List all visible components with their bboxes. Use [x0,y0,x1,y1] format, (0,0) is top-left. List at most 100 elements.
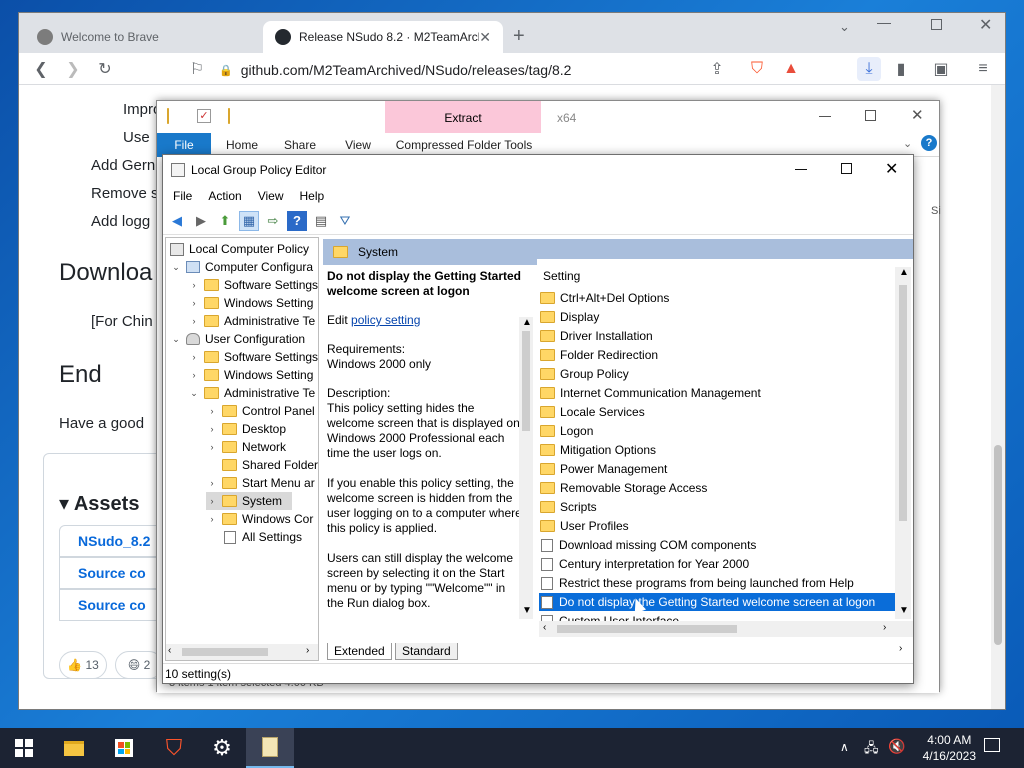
volume-muted-icon[interactable]: 🔇 [888,738,905,755]
maximize-icon[interactable] [865,110,876,121]
scroll-up-icon[interactable]: ▲ [899,267,909,278]
scroll-down-icon[interactable]: ▼ [899,605,909,616]
list-item-folder[interactable]: Display [539,308,895,326]
tree-node[interactable]: › Administrative Te [188,312,316,330]
tree-node[interactable]: › Desktop [206,420,287,438]
minimize-icon[interactable] [795,169,807,170]
description-scrollbar[interactable]: ▲ ▼ [519,317,533,619]
properties-icon[interactable]: ▤ [311,211,331,231]
close-icon[interactable]: ✕ [911,106,924,124]
menu-help[interactable]: Help [300,189,325,203]
minimize-icon[interactable] [877,23,891,24]
export-list-icon[interactable]: ⇨ [263,211,283,231]
settings-gear-icon[interactable]: ⚙ [198,728,246,768]
tree-node[interactable]: › Windows Setting [188,366,314,384]
brave-rewards-icon[interactable]: ▲ [779,57,803,81]
scroll-down-icon[interactable]: ▼ [522,605,532,616]
maximize-icon[interactable] [841,163,852,174]
new-folder-icon[interactable] [228,108,230,124]
tab-standard[interactable]: Standard [395,643,458,660]
tree-node-computer-config[interactable]: ⌄ Computer Configura [170,258,313,276]
collapse-icon[interactable]: ⌄ [170,334,182,345]
scroll-left-icon[interactable]: ‹ [543,622,546,633]
list-item-folder[interactable]: Driver Installation [539,327,895,345]
tree-horizontal-scrollbar[interactable]: ‹ › [166,644,318,660]
list-horizontal-scrollbar[interactable]: ‹ › [539,621,913,637]
expand-icon[interactable]: › [188,316,200,326]
show-hide-tree-icon[interactable]: ▦ [239,210,259,231]
list-item-policy[interactable]: Download missing COM components [539,536,895,554]
list-item-folder[interactable]: Scripts [539,498,895,516]
network-icon[interactable]: 🖧 [864,739,879,761]
scroll-up-icon[interactable]: ▲ [522,317,532,328]
start-button[interactable] [0,728,48,768]
list-vertical-scrollbar[interactable]: ▲ ▼ [895,267,911,619]
tree-node[interactable]: › Control Panel [206,402,315,420]
reload-icon[interactable]: ↻ [93,57,117,81]
forward-icon[interactable]: ▶ [191,211,211,231]
expand-icon[interactable]: › [188,298,200,308]
tab-welcome[interactable]: Welcome to Brave [25,21,259,53]
close-window-icon[interactable]: ✕ [979,15,992,35]
expand-icon[interactable]: › [206,514,218,524]
collapse-icon[interactable]: ⌄ [188,388,200,399]
tree-node-root[interactable]: Local Computer Policy [170,240,309,258]
menu-action[interactable]: Action [208,189,241,203]
scrollbar-thumb[interactable] [182,648,268,656]
tab-extended[interactable]: Extended [327,643,392,660]
list-item-folder[interactable]: Folder Redirection [539,346,895,364]
expand-icon[interactable]: › [206,442,218,452]
list-item-folder[interactable]: Logon [539,422,895,440]
list-item-folder[interactable]: Locale Services [539,403,895,421]
back-icon[interactable]: ◀ [167,211,187,231]
forward-icon[interactable]: ❯ [61,57,85,81]
expand-icon[interactable]: › [188,352,200,362]
expand-icon[interactable]: › [206,424,218,434]
expand-ribbon-icon[interactable]: ⌄ [903,137,912,150]
collapse-icon[interactable]: ⌄ [170,262,182,273]
close-icon[interactable]: ✕ [885,159,898,179]
list-item-folder[interactable]: Ctrl+Alt+Del Options [539,289,895,307]
scrollbar-thumb[interactable] [557,625,737,633]
tree-node-user-config[interactable]: ⌄ User Configuration [170,330,305,348]
scroll-right-icon[interactable]: › [306,645,309,656]
list-item-folder[interactable]: Removable Storage Access [539,479,895,497]
scrollbar-thumb[interactable] [994,445,1002,645]
expand-icon[interactable]: › [206,406,218,416]
tree-node[interactable]: › Windows Cor [206,510,314,528]
address-bar[interactable]: 🔒 github.com/M2TeamArchived/NSudo/releas… [219,58,739,82]
wallet-icon[interactable]: ▣ [929,57,953,81]
notifications-icon[interactable] [984,738,1000,752]
close-tab-icon[interactable]: ✕ [479,29,491,46]
menu-view[interactable]: View [258,189,284,203]
list-item-policy-selected[interactable]: Do not display the Getting Started welco… [539,593,895,611]
new-tab-button[interactable]: + [513,25,525,48]
tree-node[interactable]: Shared Folder [206,456,318,474]
tab-nsudo-release[interactable]: Release NSudo 8.2 · M2TeamArch ✕ [263,21,503,53]
tab-search-icon[interactable]: ⌄ [839,19,850,35]
tree-node[interactable]: All Settings [206,528,302,546]
show-hidden-icons-icon[interactable]: ∧ [840,740,849,754]
scroll-right-icon[interactable]: › [899,643,902,654]
tree-node[interactable]: › Software Settings [188,348,319,366]
brave-browser-icon[interactable]: ⛉ [150,728,198,768]
scrollbar-thumb[interactable] [899,285,907,521]
tree-node[interactable]: ⌄ Administrative Te [188,384,315,402]
list-item-folder[interactable]: Group Policy [539,365,895,383]
expand-icon[interactable]: › [206,496,218,506]
brave-shields-icon[interactable]: ⛉ [745,57,769,81]
expand-icon[interactable]: › [206,478,218,488]
tree-node[interactable]: › Software Settings [188,276,319,294]
maximize-icon[interactable] [931,19,942,30]
sidebar-icon[interactable]: ▮ [889,57,913,81]
up-folder-icon[interactable]: ⬆ [215,211,235,231]
properties-icon[interactable]: ✓ [197,109,211,123]
help-icon[interactable]: ? [921,135,937,151]
store-icon[interactable] [100,728,148,768]
extract-contextual-tab[interactable]: Extract [385,101,541,133]
menu-icon[interactable]: ≡ [971,57,995,81]
file-explorer-icon[interactable] [50,728,98,768]
tree-node[interactable]: › Start Menu ar [206,474,315,492]
scroll-right-icon[interactable]: › [883,622,886,633]
back-icon[interactable]: ❮ [29,57,53,81]
